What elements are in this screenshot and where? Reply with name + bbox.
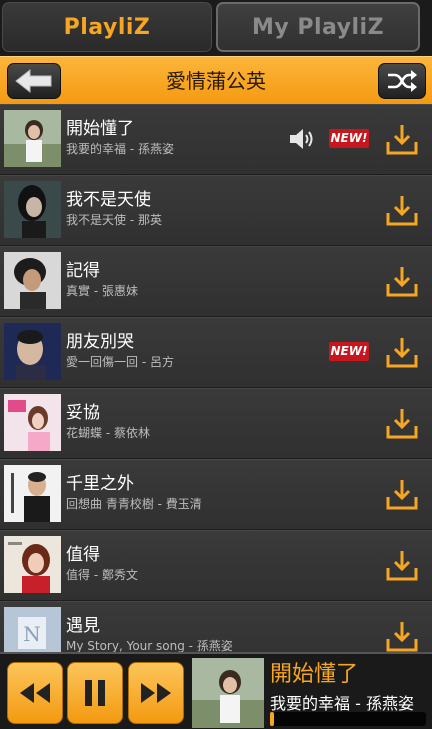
download-icon[interactable] (385, 264, 419, 298)
pause-icon (85, 680, 105, 706)
album-art (4, 110, 61, 167)
song-subtitle: My Story, Your song - 孫燕姿 (66, 639, 233, 652)
album-art: N (4, 607, 61, 652)
now-playing-title: 開始懂了 (270, 662, 359, 687)
download-icon[interactable] (385, 477, 419, 511)
playlist-title: 愛情蒲公英 (166, 69, 266, 93)
song-title: 妥協 (66, 403, 100, 423)
shuffle-button[interactable] (378, 63, 426, 99)
shuffle-icon (388, 70, 417, 92)
rewind-icon (20, 683, 50, 703)
song-title: 朋友別哭 (66, 332, 134, 352)
top-tab-bar: PlayliZ My PlayliZ (0, 0, 432, 56)
svg-text:N: N (23, 622, 41, 646)
song-subtitle: 我要的幸福 - 孫燕姿 (66, 142, 174, 156)
album-art (4, 536, 61, 593)
now-playing-bar: 開始懂了 我要的幸福 - 孫燕姿 (0, 652, 432, 729)
song-row[interactable]: N 遇見 My Story, Your song - 孫燕姿 (0, 601, 432, 652)
playlist-header: 愛情蒲公英 (0, 56, 432, 104)
song-subtitle: 我不是天使 - 那英 (66, 213, 162, 227)
back-button[interactable] (7, 63, 61, 99)
song-subtitle: 花蝴蝶 - 蔡依林 (66, 426, 150, 440)
song-row[interactable]: 妥協 花蝴蝶 - 蔡依林 (0, 388, 432, 459)
album-art (4, 465, 61, 522)
download-icon[interactable] (385, 335, 419, 369)
speaker-icon (290, 129, 313, 149)
song-title: 開始懂了 (66, 119, 134, 139)
album-art (4, 181, 61, 238)
arrow-left-icon (15, 68, 52, 94)
song-subtitle: 真實 - 張惠妹 (66, 284, 138, 298)
tab-my-playliz[interactable]: My PlayliZ (216, 2, 420, 52)
song-row[interactable]: 記得 真實 - 張惠妹 (0, 246, 432, 317)
song-subtitle: 回想曲 青青校樹 - 費玉清 (66, 497, 202, 511)
rewind-button[interactable] (7, 662, 63, 724)
song-subtitle: 值得 - 鄭秀文 (66, 568, 138, 582)
song-title: 千里之外 (66, 474, 134, 494)
new-badge: NEW! (329, 129, 369, 148)
song-list[interactable]: 開始懂了 我要的幸福 - 孫燕姿 NEW! 我不是天使 我不是天使 - 那英 記… (0, 104, 432, 652)
song-row[interactable]: 朋友別哭 愛一回傷一回 - 呂方 NEW! (0, 317, 432, 388)
album-art (4, 394, 61, 451)
song-subtitle: 愛一回傷一回 - 呂方 (66, 355, 174, 369)
song-row[interactable]: 值得 值得 - 鄭秀文 (0, 530, 432, 601)
now-playing-album-art (192, 658, 264, 728)
fast-forward-button[interactable] (128, 662, 184, 724)
song-row[interactable]: 開始懂了 我要的幸福 - 孫燕姿 NEW! (0, 104, 432, 175)
song-title: 記得 (66, 261, 100, 281)
download-icon[interactable] (385, 122, 419, 156)
new-badge: NEW! (329, 342, 369, 361)
progress-fill (270, 712, 274, 726)
progress-bar[interactable] (270, 712, 426, 726)
album-art (4, 323, 61, 380)
download-icon[interactable] (385, 619, 419, 652)
download-icon[interactable] (385, 193, 419, 227)
song-title: 遇見 (66, 616, 100, 636)
fast-forward-icon (141, 683, 171, 703)
album-art (4, 252, 61, 309)
song-row[interactable]: 千里之外 回想曲 青青校樹 - 費玉清 (0, 459, 432, 530)
song-title: 值得 (66, 545, 100, 565)
song-row[interactable]: 我不是天使 我不是天使 - 那英 (0, 175, 432, 246)
download-icon[interactable] (385, 406, 419, 440)
tab-playliz[interactable]: PlayliZ (2, 2, 212, 52)
now-playing-subtitle: 我要的幸福 - 孫燕姿 (270, 694, 414, 713)
song-title: 我不是天使 (66, 190, 151, 210)
pause-button[interactable] (67, 662, 123, 724)
download-icon[interactable] (385, 548, 419, 582)
